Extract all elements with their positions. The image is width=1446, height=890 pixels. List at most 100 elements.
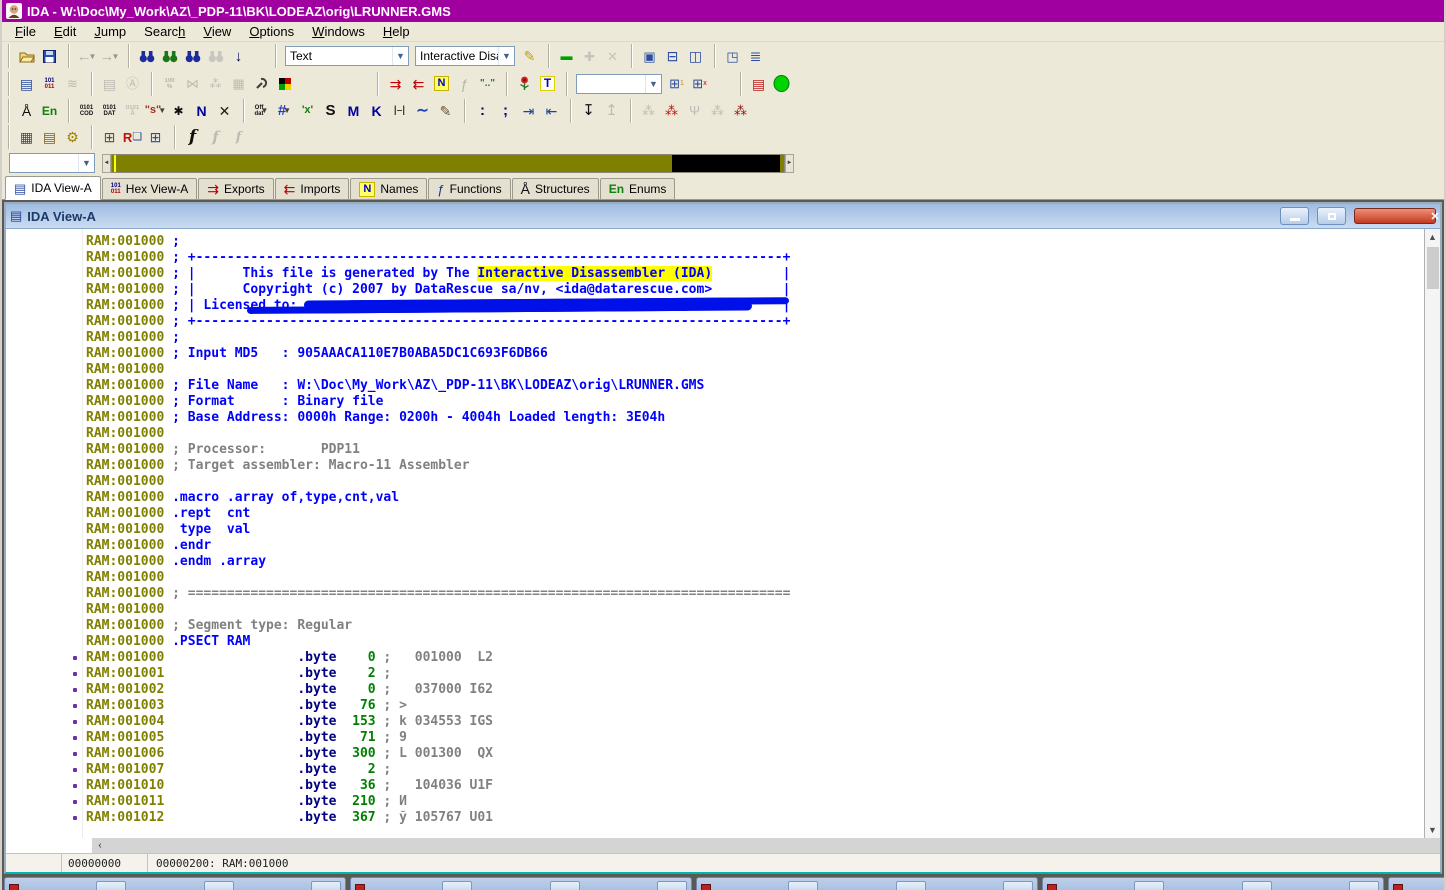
minimized-minimize-button[interactable]: [788, 881, 818, 890]
menu-file[interactable]: File: [6, 22, 45, 41]
chevron-down-icon[interactable]: ▼: [645, 75, 661, 93]
window-stack-button[interactable]: ⊞: [98, 126, 121, 148]
code-line[interactable]: RAM:001000 .endr: [6, 538, 1424, 554]
stack-variable-button[interactable]: K: [365, 100, 388, 122]
jump-address-button[interactable]: ↓: [227, 45, 250, 67]
calls-chart-button[interactable]: ⁂: [660, 100, 683, 122]
tab-functions[interactable]: ƒFunctions: [428, 178, 510, 199]
close-button[interactable]: ✕: [1354, 208, 1436, 224]
navigation-ready-button[interactable]: [770, 73, 793, 95]
tab-exports[interactable]: ⇉Exports: [198, 178, 273, 199]
tab-structures[interactable]: ÅStructures: [512, 178, 599, 199]
code-line[interactable]: RAM:001000 ; | Licensed to: |: [6, 298, 1424, 314]
code-line[interactable]: RAM:001011 .byte 210 ; И: [6, 794, 1424, 810]
enter-function-button[interactable]: ↧: [577, 100, 600, 122]
code-line[interactable]: RAM:001006 .byte 300 ; L 001300 QX: [6, 746, 1424, 762]
minimized-window[interactable]: [4, 877, 346, 890]
code-line[interactable]: RAM:001000 ; File Name : W:\Doc\My_Work\…: [6, 378, 1424, 394]
user-xrefs-chart-button[interactable]: ⁂: [729, 100, 752, 122]
char-format-button[interactable]: 'x': [296, 100, 319, 122]
menu-help[interactable]: Help: [374, 22, 419, 41]
code-line[interactable]: RAM:001000: [6, 570, 1424, 586]
disassembly-listing[interactable]: RAM:001000 ; RAM:001000 ; +--------------…: [6, 229, 1424, 838]
code-line[interactable]: RAM:001000: [6, 426, 1424, 442]
code-line[interactable]: RAM:001000 ; Processor: PDP11: [6, 442, 1424, 458]
indent-comment-button[interactable]: ⇥: [517, 100, 540, 122]
vertical-scrollbar[interactable]: ▲ ▼: [1424, 229, 1440, 838]
search-target-combo[interactable]: Interactive Disa▼: [415, 46, 515, 66]
edit-comment-button[interactable]: ✎: [434, 100, 457, 122]
navigation-band[interactable]: [111, 154, 785, 173]
code-line[interactable]: RAM:001000 ; Input MD5 : 905AAACA110E7B0…: [6, 346, 1424, 362]
minimized-minimize-button[interactable]: [442, 881, 472, 890]
name-combo[interactable]: ▼: [9, 153, 95, 173]
code-line[interactable]: RAM:001000 ; | Copyright (c) 2007 by Dat…: [6, 282, 1424, 298]
code-line[interactable]: RAM:001000 .macro .array of,type,cnt,val: [6, 490, 1424, 506]
run-script-button[interactable]: ▤: [38, 126, 61, 148]
windows-tile-button[interactable]: ⊟: [661, 45, 684, 67]
window-list-button[interactable]: ≣: [744, 45, 767, 67]
minimized-restore-button[interactable]: [204, 881, 234, 890]
number-format-button[interactable]: #▼: [273, 100, 296, 122]
window-switch-button[interactable]: ◳: [721, 45, 744, 67]
code-line[interactable]: RAM:001000 ; +--------------------------…: [6, 250, 1424, 266]
open-enums-button[interactable]: En: [38, 100, 61, 122]
enum-format-button[interactable]: M: [342, 100, 365, 122]
make-string-button[interactable]: "s"▼: [144, 100, 167, 122]
chevron-down-icon[interactable]: ▼: [498, 47, 514, 65]
code-line[interactable]: RAM:001000 ; Base Address: 0000h Range: …: [6, 410, 1424, 426]
colon-comment-button[interactable]: :: [471, 100, 494, 122]
offset-data-button[interactable]: Offdat▼: [250, 100, 273, 122]
make-data-button[interactable]: 0101DAT: [98, 100, 121, 122]
recent-windows-button[interactable]: R❏: [121, 126, 144, 148]
minimized-window[interactable]: [696, 877, 1038, 890]
vertical-scroll-thumb[interactable]: [1427, 247, 1439, 289]
code-line[interactable]: RAM:001000 .PSECT RAM: [6, 634, 1424, 650]
duplicate-window-button[interactable]: ⊞: [144, 126, 167, 148]
code-line[interactable]: RAM:001000 ; ===========================…: [6, 586, 1424, 602]
menu-windows[interactable]: Windows: [303, 22, 374, 41]
menu-options[interactable]: Options: [240, 22, 303, 41]
minimized-window[interactable]: [1042, 877, 1384, 890]
band-scroll-left-button[interactable]: ◄: [102, 154, 111, 173]
desktop-combo[interactable]: ▼: [576, 74, 662, 94]
scroll-down-icon[interactable]: ▼: [1425, 822, 1440, 838]
tab-enums[interactable]: EnEnums: [600, 178, 676, 199]
minimized-close-button[interactable]: [657, 881, 687, 890]
code-line[interactable]: RAM:001000 type val: [6, 522, 1424, 538]
code-line[interactable]: RAM:001007 .byte 2 ;: [6, 762, 1424, 778]
tab-hex-view-a[interactable]: 101011Hex View-A: [102, 178, 197, 199]
save-desktop-button[interactable]: ⊞1: [665, 73, 688, 95]
dropdown-arrow-icon[interactable]: ▼: [261, 106, 269, 115]
minimized-window[interactable]: [350, 877, 692, 890]
menu-search[interactable]: Search: [135, 22, 194, 41]
hex-dump-view-button[interactable]: 101011: [38, 73, 61, 95]
minimized-close-button[interactable]: [311, 881, 341, 890]
options-gear-button[interactable]: ⚙: [61, 126, 84, 148]
code-line[interactable]: RAM:001000 ;: [6, 330, 1424, 346]
open-strings-button[interactable]: "..": [476, 73, 499, 95]
code-line[interactable]: RAM:001000 ; | This file is generated by…: [6, 266, 1424, 282]
open-names-button[interactable]: N: [430, 73, 453, 95]
semicolon-comment-button[interactable]: ;: [494, 100, 517, 122]
menu-view[interactable]: View: [194, 22, 240, 41]
search-direction-combo[interactable]: Text▼: [285, 46, 409, 66]
mdi-title-bar[interactable]: ▤ IDA View-A ✕: [6, 204, 1440, 229]
code-line[interactable]: RAM:001000: [6, 362, 1424, 378]
make-array-button[interactable]: ✱: [167, 100, 190, 122]
text-view-button[interactable]: ▤: [15, 73, 38, 95]
highlight-button[interactable]: ✎: [518, 45, 541, 67]
code-line[interactable]: RAM:001010 .byte 36 ; 104036 U1F: [6, 778, 1424, 794]
windows-tile-vertical-button[interactable]: ◫: [684, 45, 707, 67]
open-exports-button[interactable]: ⇉: [384, 73, 407, 95]
code-line[interactable]: RAM:001000: [6, 474, 1424, 490]
scroll-up-icon[interactable]: ▲: [1425, 229, 1440, 245]
code-line[interactable]: RAM:001004 .byte 153 ; k 034553 IGS: [6, 714, 1424, 730]
code-line[interactable]: RAM:001000: [6, 602, 1424, 618]
minimize-button[interactable]: [1280, 207, 1309, 225]
setup-button[interactable]: [250, 73, 273, 95]
maximize-button[interactable]: [1317, 207, 1346, 225]
code-line[interactable]: RAM:001000 ; Segment type: Regular: [6, 618, 1424, 634]
outdent-comment-button[interactable]: ⇤: [540, 100, 563, 122]
code-line[interactable]: RAM:001002 .byte 0 ; 037000 I62: [6, 682, 1424, 698]
